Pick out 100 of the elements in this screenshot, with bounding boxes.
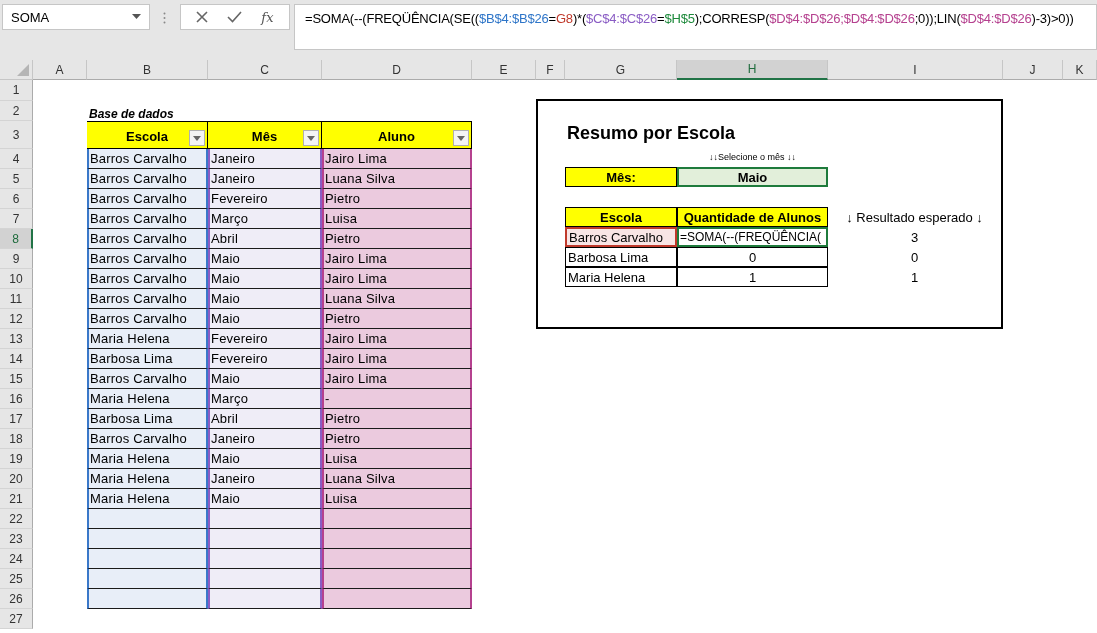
table-cell: Fevereiro — [208, 349, 322, 369]
column-header[interactable]: I — [828, 60, 1003, 80]
insert-function-button[interactable]: fx — [261, 9, 274, 25]
caret-icon — [193, 135, 201, 141]
cancel-icon[interactable] — [196, 11, 209, 23]
check-icon[interactable] — [227, 11, 243, 23]
table-cell: Barros Carvalho — [87, 309, 208, 329]
hint-text: ↓↓Selecione o mês ↓↓ — [707, 151, 797, 164]
row-header[interactable]: 12 — [0, 309, 33, 329]
table-cell-text: 1 — [909, 268, 920, 287]
row-header[interactable]: 27 — [0, 609, 33, 629]
table-cell: Maio — [208, 369, 322, 389]
row-header[interactable]: 24 — [0, 549, 33, 569]
table-cell: Pietro — [322, 409, 472, 429]
table-cell: Jairo Lima — [322, 369, 472, 389]
table-cell: 1 — [677, 267, 828, 287]
row-header[interactable]: 19 — [0, 449, 33, 469]
table-cell: Barros Carvalho — [87, 269, 208, 289]
column-header[interactable]: F — [536, 60, 565, 80]
table-cell: Maio — [208, 269, 322, 289]
table-cell: Barros Carvalho — [87, 429, 208, 449]
column-header[interactable]: B — [87, 60, 208, 80]
column-header[interactable]: G — [565, 60, 677, 80]
filter-button[interactable] — [189, 130, 205, 146]
table-cell: Fevereiro — [208, 329, 322, 349]
column-header[interactable]: D — [322, 60, 472, 80]
row-header[interactable]: 13 — [0, 329, 33, 349]
table-cell: Maria Helena — [565, 267, 677, 287]
row-header[interactable]: 9 — [0, 249, 33, 269]
table-cell: Barbosa Lima — [87, 349, 208, 369]
name-box[interactable]: SOMA — [2, 4, 150, 30]
table-cell: Maio — [208, 449, 322, 469]
row-header[interactable]: 17 — [0, 409, 33, 429]
filter-button[interactable] — [303, 130, 319, 146]
column-heading: Quantidade de Alunos — [677, 207, 828, 227]
table-cell: Janeiro — [208, 149, 322, 169]
row-header[interactable]: 5 — [0, 169, 33, 189]
month-cell[interactable]: Maio — [677, 167, 828, 187]
column-heading: Escola — [565, 207, 677, 227]
heading-label: Mês — [251, 127, 278, 144]
table-cell: - — [322, 389, 472, 409]
table-cell: Barros Carvalho — [87, 149, 208, 169]
table-cell: Barbosa Lima — [87, 409, 208, 429]
row-header[interactable]: 15 — [0, 369, 33, 389]
table-cell: Barbosa Lima — [565, 247, 677, 267]
table-cell: Jairo Lima — [322, 249, 472, 269]
row-header[interactable]: 26 — [0, 589, 33, 609]
table-cell: Fevereiro — [208, 189, 322, 209]
row-header[interactable]: 8 — [0, 229, 33, 249]
table-cell: =SOMA(--(FREQÜÊNCIA( — [677, 227, 828, 247]
caret-icon — [307, 135, 315, 141]
table-cell-text: 0 — [909, 248, 920, 267]
row-header[interactable]: 18 — [0, 429, 33, 449]
row-header[interactable]: 7 — [0, 209, 33, 229]
row-header[interactable]: 3 — [0, 121, 33, 149]
table-cell: Barros Carvalho — [87, 209, 208, 229]
table-cell: Pietro — [322, 189, 472, 209]
filter-button[interactable] — [453, 130, 469, 146]
row-header[interactable]: 21 — [0, 489, 33, 509]
row-header[interactable]: 1 — [0, 80, 33, 101]
row-header[interactable]: 16 — [0, 389, 33, 409]
row-header[interactable]: 6 — [0, 189, 33, 209]
row-header[interactable]: 25 — [0, 569, 33, 589]
table-cell: Março — [208, 389, 322, 409]
row-header[interactable]: 10 — [0, 269, 33, 289]
table-cell: Luana Silva — [322, 289, 472, 309]
column-header[interactable]: C — [208, 60, 322, 80]
table-cell: Barros Carvalho — [87, 369, 208, 389]
table-cell: Janeiro — [208, 469, 322, 489]
column-header[interactable]: A — [33, 60, 87, 80]
table-cell: 0 — [677, 247, 828, 267]
column-header[interactable]: E — [472, 60, 536, 80]
table-cell: Luisa — [322, 209, 472, 229]
column-header[interactable]: H — [677, 60, 828, 80]
table-cell: Barros Carvalho — [87, 289, 208, 309]
row-header[interactable]: 2 — [0, 101, 33, 121]
heading-label: Escola — [126, 127, 168, 144]
table-cell: Barros Carvalho — [565, 227, 677, 247]
row-header[interactable]: 20 — [0, 469, 33, 489]
table-cell: Luana Silva — [322, 169, 472, 189]
more-icon[interactable] — [163, 12, 166, 24]
row-header[interactable]: 11 — [0, 289, 33, 309]
column-header[interactable]: J — [1003, 60, 1063, 80]
row-header[interactable]: 14 — [0, 349, 33, 369]
table-cell: Luisa — [322, 489, 472, 509]
table-cell: Barros Carvalho — [87, 169, 208, 189]
column-header[interactable]: K — [1063, 60, 1097, 80]
table-cell: Maria Helena — [87, 449, 208, 469]
row-header[interactable]: 4 — [0, 149, 33, 169]
table-cell: Pietro — [322, 429, 472, 449]
row-header[interactable]: 22 — [0, 509, 33, 529]
heading-label: Aluno — [378, 127, 415, 144]
expected-heading: ↓ Resultado esperado ↓ — [845, 208, 984, 227]
table-cell: Abril — [208, 409, 322, 429]
table-cell: Jairo Lima — [322, 349, 472, 369]
table-cell: Maio — [208, 289, 322, 309]
table-cell: Maio — [208, 249, 322, 269]
formula-field[interactable]: =SOMA(--(FREQÜÊNCIA(SE(($B$4:$B$26=G8)*($C$4:$C$26=$H$5);CORRESP($D$4:$D$26;$D$4:$D$26;0));LIN($D$4:$D$26)-3)>0)) — [294, 4, 1097, 50]
row-header[interactable]: 23 — [0, 529, 33, 549]
table-title: Base de dados — [88, 107, 175, 121]
